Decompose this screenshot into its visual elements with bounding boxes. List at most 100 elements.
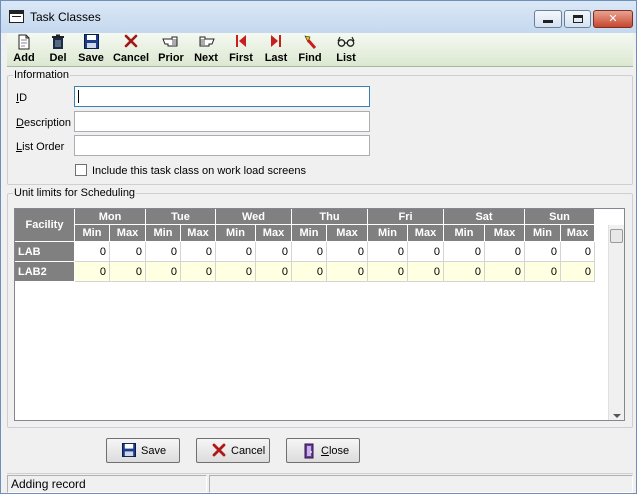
description-field[interactable] (74, 111, 370, 132)
last-arrow-icon (261, 34, 291, 52)
first-label: First (229, 52, 253, 64)
limit-cell[interactable]: 0 (525, 262, 561, 282)
include-workload-checkbox[interactable] (75, 164, 87, 176)
hand-left-icon (155, 34, 187, 52)
facility-column-header[interactable]: Facility (15, 209, 75, 242)
limit-cell[interactable]: 0 (444, 242, 485, 262)
limit-cell[interactable]: 0 (368, 262, 408, 282)
min-subheader-sun[interactable]: Min (525, 225, 561, 242)
limit-cell[interactable]: 0 (327, 262, 368, 282)
unit-limits-legend: Unit limits for Scheduling (13, 187, 137, 199)
list-label: List (336, 52, 356, 64)
limit-cell[interactable]: 0 (216, 262, 256, 282)
next-button[interactable]: Next (191, 34, 221, 66)
day-header-tue[interactable]: Tue (146, 209, 216, 225)
scroll-down-arrow-icon[interactable] (613, 414, 621, 418)
limit-cell[interactable]: 0 (444, 262, 485, 282)
list-order-label: List Order (16, 141, 65, 153)
max-subheader-thu[interactable]: Max (327, 225, 368, 242)
maximize-button[interactable] (564, 10, 591, 28)
vertical-scrollbar[interactable] (608, 225, 624, 420)
status-message: Adding record (7, 475, 207, 493)
title-bar: Task Classes ✕ (1, 1, 636, 33)
limit-cell[interactable]: 0 (216, 242, 256, 262)
minimize-icon (543, 20, 553, 23)
max-subheader-tue[interactable]: Max (181, 225, 216, 242)
limit-cell[interactable]: 0 (75, 242, 110, 262)
limit-cell[interactable]: 0 (485, 242, 525, 262)
first-button[interactable]: First (225, 34, 257, 66)
prior-label: Prior (158, 52, 184, 64)
information-legend: Information (13, 69, 71, 81)
max-subheader-sun[interactable]: Max (561, 225, 595, 242)
limit-cell[interactable]: 0 (110, 262, 146, 282)
limit-cell[interactable]: 0 (525, 242, 561, 262)
limit-cell[interactable]: 0 (561, 242, 595, 262)
door-exit-icon (301, 443, 317, 459)
prior-button[interactable]: Prior (155, 34, 187, 66)
min-subheader-sat[interactable]: Min (444, 225, 485, 242)
glasses-icon (331, 34, 361, 52)
id-field[interactable] (74, 86, 370, 107)
limit-cell[interactable]: 0 (408, 242, 444, 262)
day-header-mon[interactable]: Mon (75, 209, 146, 225)
day-header-wed[interactable]: Wed (216, 209, 292, 225)
trash-icon (43, 34, 73, 52)
min-subheader-wed[interactable]: Min (216, 225, 256, 242)
limit-cell[interactable]: 0 (146, 262, 181, 282)
list-order-field[interactable] (74, 135, 370, 156)
limit-cell[interactable]: 0 (408, 262, 444, 282)
scroll-thumb[interactable] (610, 229, 623, 243)
limit-cell[interactable]: 0 (485, 262, 525, 282)
last-button[interactable]: Last (261, 34, 291, 66)
limit-cell[interactable]: 0 (256, 262, 292, 282)
max-subheader-mon[interactable]: Max (110, 225, 146, 242)
limit-cell[interactable]: 0 (561, 262, 595, 282)
last-label: Last (264, 52, 288, 64)
limit-cell[interactable]: 0 (368, 242, 408, 262)
cancel-toolbar-label: Cancel (112, 52, 150, 64)
min-subheader-mon[interactable]: Min (75, 225, 110, 242)
limit-cell[interactable]: 0 (146, 242, 181, 262)
description-label: Description (16, 117, 72, 129)
max-subheader-wed[interactable]: Max (256, 225, 292, 242)
day-header-fri[interactable]: Fri (368, 209, 444, 225)
min-subheader-tue[interactable]: Min (146, 225, 181, 242)
delete-button[interactable]: Del (43, 34, 73, 66)
list-button[interactable]: List (331, 34, 361, 66)
find-button[interactable]: Find (295, 34, 325, 66)
max-subheader-sat[interactable]: Max (485, 225, 525, 242)
save-button[interactable]: Save (106, 438, 180, 463)
facility-row-header[interactable]: LAB (15, 242, 75, 262)
add-button[interactable]: Add (9, 34, 39, 66)
limit-cell[interactable]: 0 (256, 242, 292, 262)
limit-cell[interactable]: 0 (181, 242, 216, 262)
limit-cell[interactable]: 0 (181, 262, 216, 282)
id-label: ID (16, 92, 28, 104)
close-button[interactable]: Close (286, 438, 360, 463)
close-icon: ✕ (608, 13, 618, 25)
min-subheader-thu[interactable]: Min (292, 225, 327, 242)
cancel-button[interactable]: Cancel (196, 438, 270, 463)
save-toolbar-label: Save (78, 52, 104, 64)
min-subheader-fri[interactable]: Min (368, 225, 408, 242)
first-arrow-icon (225, 34, 257, 52)
limit-cell[interactable]: 0 (292, 262, 327, 282)
day-header-thu[interactable]: Thu (292, 209, 368, 225)
facility-row-header[interactable]: LAB2 (15, 262, 75, 282)
text-caret (78, 90, 79, 103)
day-header-sun[interactable]: Sun (525, 209, 595, 225)
limit-cell[interactable]: 0 (292, 242, 327, 262)
day-header-sat[interactable]: Sat (444, 209, 525, 225)
save-toolbar-button[interactable]: Save (75, 34, 107, 66)
limit-cell[interactable]: 0 (327, 242, 368, 262)
limit-cell[interactable]: 0 (110, 242, 146, 262)
cancel-toolbar-button[interactable]: Cancel (111, 34, 151, 66)
minimize-button[interactable] (534, 10, 562, 28)
delete-label: Del (49, 52, 67, 64)
limit-cell[interactable]: 0 (75, 262, 110, 282)
status-secondary (209, 475, 633, 493)
max-subheader-fri[interactable]: Max (408, 225, 444, 242)
unit-limits-grid[interactable]: Facility Mon Min Max Tue Min Max Wed Min Max Thu M… (14, 208, 625, 421)
close-window-button[interactable]: ✕ (593, 10, 633, 28)
